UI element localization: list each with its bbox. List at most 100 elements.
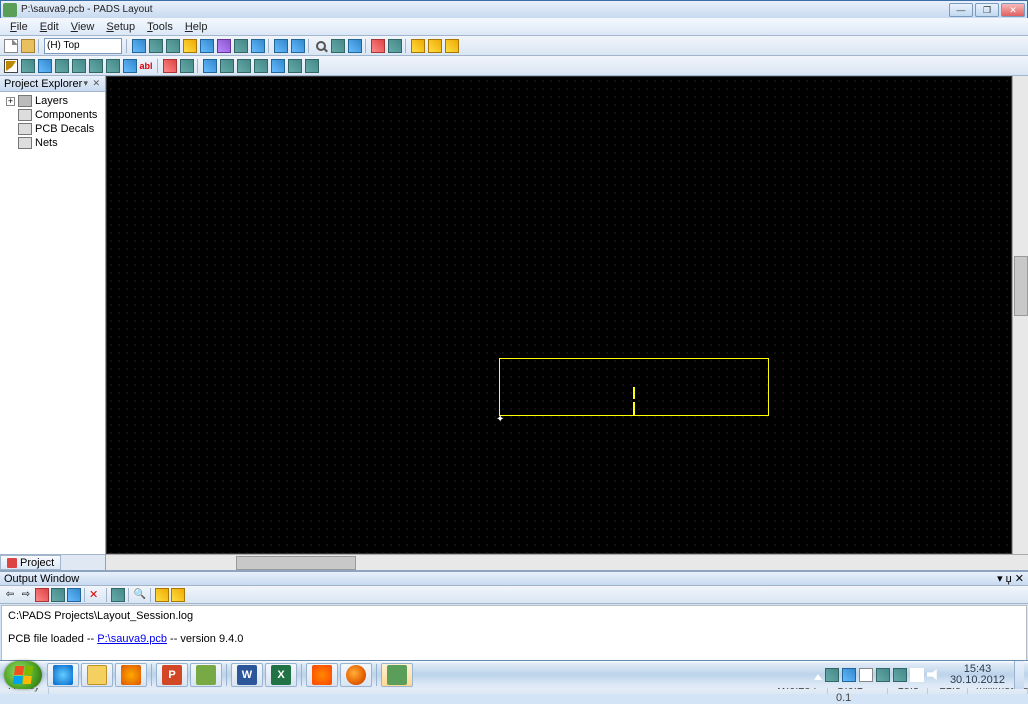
tb-pour[interactable]: [178, 57, 195, 74]
ot-opt2[interactable]: [170, 587, 186, 603]
tree-item-components[interactable]: Components: [2, 108, 103, 122]
tb-cutout[interactable]: [53, 57, 70, 74]
tb-refresh[interactable]: [130, 37, 147, 54]
tb-keepout[interactable]: [70, 57, 87, 74]
tb-dim3[interactable]: [235, 57, 252, 74]
task-player[interactable]: [306, 663, 338, 687]
tb-layers[interactable]: [198, 37, 215, 54]
panel-tabs: Project: [0, 554, 105, 570]
tb-2d-line[interactable]: [19, 57, 36, 74]
tray-icon-4[interactable]: [893, 668, 907, 682]
clock[interactable]: 15:43 30.10.2012: [944, 664, 1011, 686]
tb-board-outline[interactable]: [87, 57, 104, 74]
tray-arrow-icon[interactable]: [814, 670, 822, 680]
tb-hatch[interactable]: [161, 57, 178, 74]
ot-refresh[interactable]: [50, 587, 66, 603]
tb-dim6[interactable]: [286, 57, 303, 74]
expand-icon[interactable]: +: [6, 97, 15, 106]
tb-plane[interactable]: [104, 57, 121, 74]
toolbar-drafting: abl: [0, 56, 1028, 76]
menu-edit[interactable]: Edit: [34, 21, 65, 33]
close-button[interactable]: ✕: [1001, 3, 1025, 17]
show-desktop-button[interactable]: [1014, 661, 1024, 689]
menu-help[interactable]: Help: [179, 21, 214, 33]
tray-volume-icon[interactable]: [927, 668, 941, 682]
task-powerpoint[interactable]: P: [156, 663, 188, 687]
ot-stop[interactable]: [34, 587, 50, 603]
start-button[interactable]: [4, 661, 42, 689]
tb-redo[interactable]: [289, 37, 306, 54]
menu-view[interactable]: View: [65, 21, 101, 33]
ot-home[interactable]: [66, 587, 82, 603]
tray-icon-2[interactable]: [842, 668, 856, 682]
output-body[interactable]: C:\PADS Projects\Layout_Session.log PCB …: [1, 605, 1027, 661]
tb-eco[interactable]: [181, 37, 198, 54]
task-ie[interactable]: [47, 663, 79, 687]
tb-output[interactable]: [232, 37, 249, 54]
tb-design[interactable]: [369, 37, 386, 54]
menu-file[interactable]: File: [4, 21, 34, 33]
task-media[interactable]: [115, 663, 147, 687]
line-segment-2[interactable]: [633, 402, 635, 416]
tb-dim7[interactable]: [303, 57, 320, 74]
layer-combo[interactable]: [44, 38, 122, 54]
maximize-button[interactable]: ❐: [975, 3, 999, 17]
tb-cam[interactable]: [426, 37, 443, 54]
select-tool[interactable]: [2, 57, 19, 74]
menu-tools[interactable]: Tools: [141, 21, 179, 33]
task-excel[interactable]: X: [265, 663, 297, 687]
tb-project[interactable]: [249, 37, 266, 54]
new-button[interactable]: [2, 37, 19, 54]
tb-dim5[interactable]: [269, 57, 286, 74]
tb-drc[interactable]: [409, 37, 426, 54]
horizontal-scrollbar[interactable]: [106, 554, 1028, 570]
tray-flag-icon[interactable]: [910, 668, 924, 682]
project-tree[interactable]: + Layers Components PCB Decals Nets: [0, 92, 105, 554]
tree-item-decals[interactable]: PCB Decals: [2, 122, 103, 136]
ot-delete[interactable]: ✕: [88, 587, 104, 603]
tb-reports[interactable]: [443, 37, 460, 54]
tray-icon-1[interactable]: [825, 668, 839, 682]
output-title: Output Window ▾ џ ✕: [0, 572, 1028, 586]
menu-setup[interactable]: Setup: [100, 21, 141, 33]
tb-properties[interactable]: [147, 37, 164, 54]
ot-opt1[interactable]: [154, 587, 170, 603]
ot-fwd[interactable]: ⇨: [18, 587, 34, 603]
task-pads[interactable]: [381, 663, 413, 687]
tb-redraw[interactable]: [346, 37, 363, 54]
output-file-link[interactable]: P:\sauva9.pcb: [97, 633, 167, 645]
tray-icon-3[interactable]: [876, 668, 890, 682]
line-segment-1[interactable]: [633, 387, 635, 399]
tb-route[interactable]: [386, 37, 403, 54]
task-guide[interactable]: [190, 663, 222, 687]
ot-find[interactable]: 🔍: [132, 587, 148, 603]
task-explorer[interactable]: [81, 663, 113, 687]
tb-cycle[interactable]: [164, 37, 181, 54]
tb-dim2[interactable]: [218, 57, 235, 74]
tab-project[interactable]: Project: [0, 555, 61, 570]
minimize-button[interactable]: —: [949, 3, 973, 17]
panel-controls[interactable]: ▾ ✕: [83, 78, 101, 89]
open-button[interactable]: [19, 37, 36, 54]
ot-back[interactable]: ⇦: [2, 587, 18, 603]
design-canvas[interactable]: ✦: [106, 76, 1012, 554]
tb-display[interactable]: [215, 37, 232, 54]
task-word[interactable]: W: [231, 663, 263, 687]
tb-board[interactable]: [329, 37, 346, 54]
tb-copper[interactable]: [36, 57, 53, 74]
tb-dim1[interactable]: [201, 57, 218, 74]
output-controls[interactable]: ▾ џ ✕: [997, 572, 1024, 585]
tray-network-icon[interactable]: [859, 668, 873, 682]
tb-flood[interactable]: [121, 57, 138, 74]
tb-zoom[interactable]: [312, 37, 329, 54]
ot-print[interactable]: [110, 587, 126, 603]
components-icon: [18, 109, 32, 121]
menu-bar: File Edit View Setup Tools Help: [0, 18, 1028, 36]
tree-item-nets[interactable]: Nets: [2, 136, 103, 150]
tb-text[interactable]: abl: [138, 57, 155, 74]
tree-item-layers[interactable]: + Layers: [2, 94, 103, 108]
vertical-scrollbar[interactable]: [1012, 76, 1028, 554]
tb-dim4[interactable]: [252, 57, 269, 74]
tb-undo[interactable]: [272, 37, 289, 54]
task-firefox[interactable]: [340, 663, 372, 687]
